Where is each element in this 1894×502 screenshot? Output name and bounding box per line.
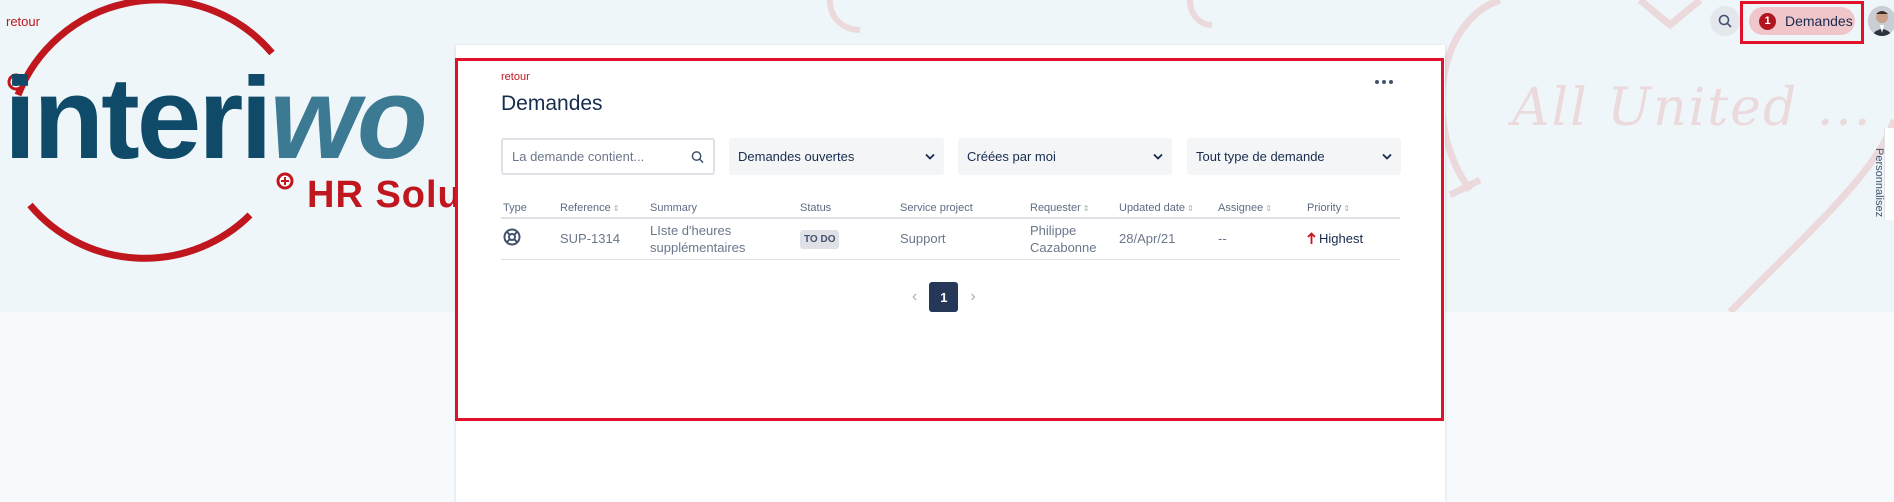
status-filter-value: Demandes ouvertes [738,149,855,164]
requests-button-label: Demandes [1785,13,1853,29]
table-header-row: Type Reference ⇕ Summary Status Service p… [501,198,1400,219]
column-header-assignee[interactable]: Assignee ⇕ [1216,198,1305,219]
page-title: Demandes [501,92,603,115]
logo-text-part2: wo [269,53,428,183]
status-badge: TO DO [800,229,840,249]
column-header-reference[interactable]: Reference ⇕ [558,198,648,219]
cell-type [501,218,558,260]
cell-summary[interactable]: LIste d'heures supplémentaires [648,218,798,260]
back-link[interactable]: retour [6,14,40,29]
requests-count-badge: 1 [1759,12,1776,30]
cell-assignee: -- [1216,218,1305,260]
requests-button[interactable]: 1 Demandes [1749,7,1855,35]
more-dot [1382,80,1386,84]
requests-table: Type Reference ⇕ Summary Status Service p… [501,198,1400,260]
panel-back-link[interactable]: retour [501,71,530,83]
company-logo: interiwo [4,60,428,176]
cell-requester: Philippe Cazabonne [1028,218,1117,260]
column-header-status: Status [798,198,898,219]
requests-panel [456,45,1445,502]
creator-filter-select[interactable]: Créées par moi [958,138,1172,175]
page-number-current[interactable]: 1 [929,282,959,312]
column-header-priority[interactable]: Priority ⇕ [1305,198,1400,219]
logo-text-part1: interi [4,53,273,183]
chevron-down-icon [1153,153,1163,160]
banner-slogan: All United ... [1512,78,1873,138]
table-row[interactable]: SUP-1314 LIste d'heures supplémentaires … [501,218,1400,260]
column-header-updated-date[interactable]: Updated date ⇕ [1117,198,1216,219]
chevron-down-icon [1382,153,1392,160]
status-filter-select[interactable]: Demandes ouvertes [729,138,944,175]
more-dot [1389,80,1393,84]
column-header-summary: Summary [648,198,798,219]
priority-label: Highest [1319,230,1364,246]
more-actions-button[interactable] [1372,74,1396,90]
search-icon [1718,14,1732,28]
side-tab-label: Personnalisez [1873,148,1885,218]
avatar-icon [1868,6,1894,36]
search-placeholder: La demande contient... [512,149,645,164]
pagination: ‹ 1 › [912,282,976,312]
creator-filter-value: Créées par moi [967,149,1056,164]
type-filter-value: Tout type de demande [1196,149,1325,164]
column-header-requester[interactable]: Requester ⇕ [1028,198,1117,219]
search-icon [691,150,704,163]
side-feedback-tab[interactable]: Personnalisez [1873,128,1894,220]
cell-reference[interactable]: SUP-1314 [558,218,648,260]
cell-status: TO DO [798,218,898,260]
logo-tagline: HR Solu [307,174,462,216]
nav-search-button[interactable] [1710,6,1740,36]
cell-service-project: Support [898,218,1028,260]
more-dot [1375,80,1379,84]
column-header-type: Type [501,198,558,219]
chevron-right-icon[interactable]: › [970,288,975,306]
column-header-service-project: Service project [898,198,1028,219]
chevron-down-icon [925,153,935,160]
cell-updated-date: 28/Apr/21 [1117,218,1216,260]
lifebuoy-icon [503,228,521,246]
arrow-up-icon [1307,232,1316,244]
type-filter-select[interactable]: Tout type de demande [1187,138,1401,175]
request-search-input[interactable]: La demande contient... [501,138,715,175]
chevron-left-icon[interactable]: ‹ [912,288,917,306]
cell-priority: Highest [1305,218,1400,260]
user-avatar[interactable] [1868,6,1894,36]
